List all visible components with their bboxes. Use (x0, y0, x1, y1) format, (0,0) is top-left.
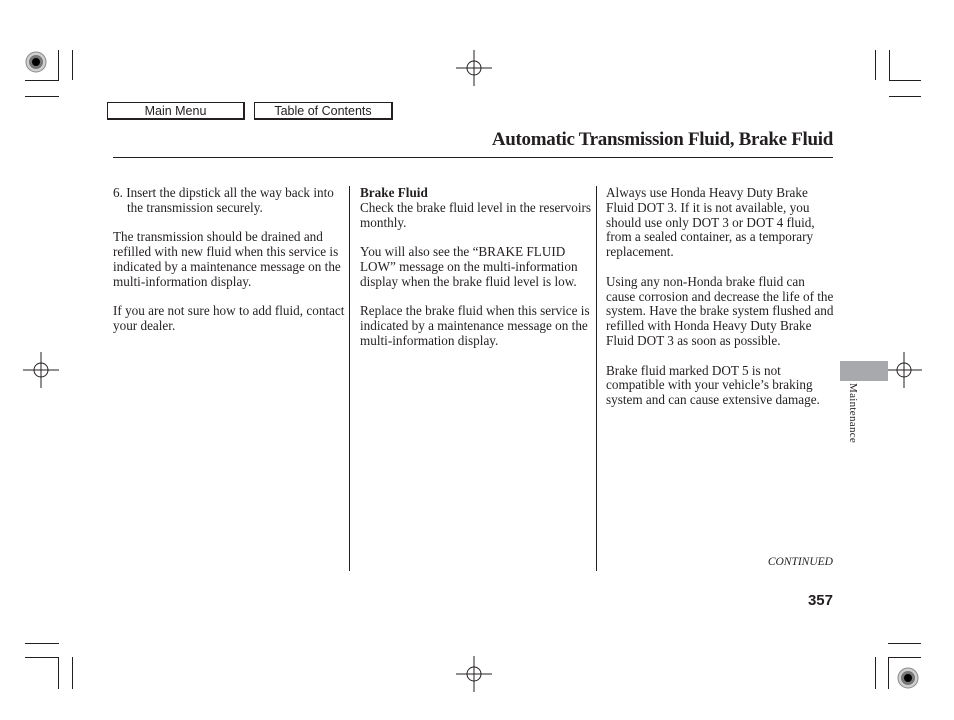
crosshair-icon (886, 352, 922, 388)
continued-label: CONTINUED (767, 556, 833, 568)
section-heading: Brake Fluid (360, 185, 428, 200)
registration-target-icon (25, 51, 47, 73)
paragraph: The transmission should be drained and r… (113, 229, 341, 289)
column-divider (349, 186, 350, 571)
table-of-contents-label: Table of Contents (274, 103, 372, 118)
paragraph: Brake fluid marked DOT 5 is not compatib… (606, 362, 820, 408)
right-column: Always use Honda Heavy Duty Brake Fluid … (606, 185, 836, 423)
main-menu-button[interactable]: Main Menu (107, 102, 245, 120)
main-menu-label: Main Menu (144, 103, 207, 118)
column-divider (596, 186, 597, 571)
crosshair-icon (456, 50, 492, 86)
paragraph: Check the brake fluid level in the reser… (360, 199, 592, 230)
section-tab (840, 361, 888, 381)
title-rule (113, 157, 833, 158)
page-title: Automatic Transmission Fluid, Brake Flui… (491, 129, 833, 150)
crosshair-icon (456, 656, 492, 692)
registration-target-icon (897, 667, 919, 689)
table-of-contents-button[interactable]: Table of Contents (254, 102, 393, 120)
crosshair-icon (23, 352, 59, 388)
middle-column: Brake Fluid Check the brake fluid level … (360, 185, 592, 364)
section-tab-label: Maintenance (847, 383, 859, 444)
paragraph: Replace the brake fluid when this servic… (360, 303, 590, 348)
left-column: 6. Insert the dipstick all the way back … (113, 185, 345, 349)
step-6: 6. Insert the dipstick all the way back … (113, 185, 334, 215)
page-number: 357 (807, 592, 833, 609)
paragraph: Always use Honda Heavy Duty Brake Fluid … (606, 185, 815, 260)
paragraph: You will also see the “BRAKE FLUID LOW” … (360, 244, 578, 289)
paragraph: If you are not sure how to add fluid, co… (113, 303, 345, 334)
paragraph: Using any non-Honda brake fluid can caus… (606, 273, 834, 348)
